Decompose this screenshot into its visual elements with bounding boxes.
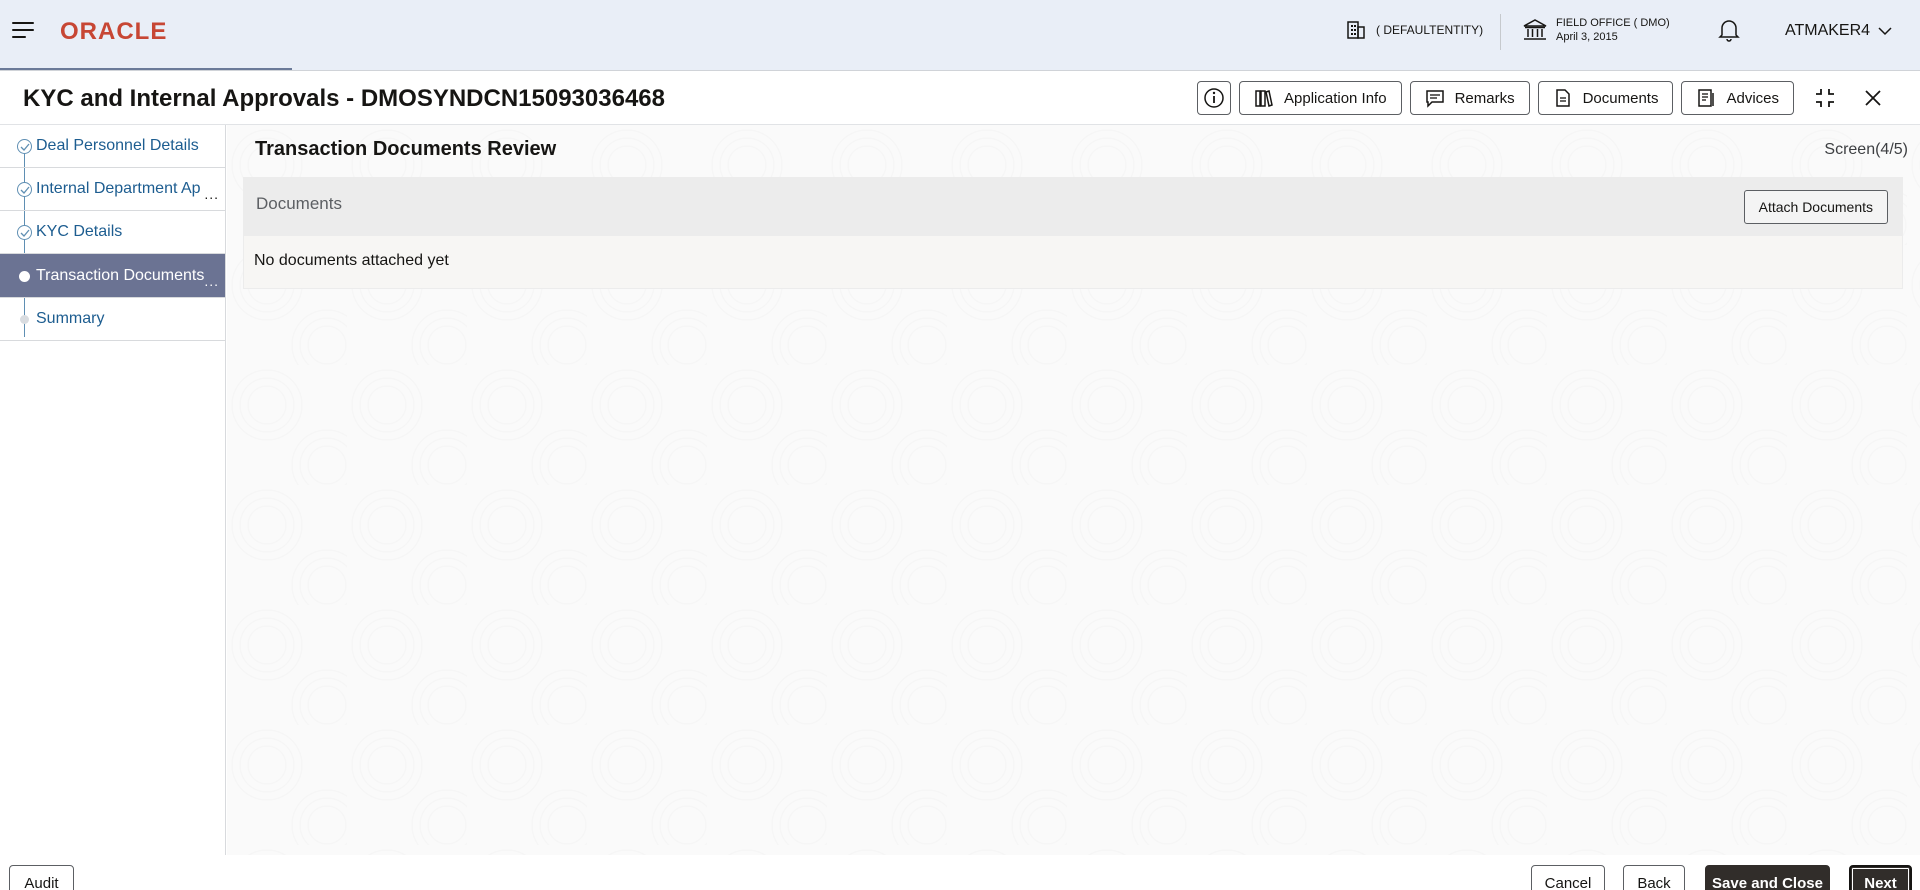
entity-selector[interactable]: ( DEFAULTENTITY) (1346, 20, 1483, 40)
info-button[interactable] (1197, 81, 1231, 115)
check-icon (17, 182, 32, 197)
documents-label: Documents (1582, 89, 1659, 107)
office-selector[interactable]: FIELD OFFICE ( DMO) April 3, 2015 (1522, 16, 1670, 44)
save-and-close-button[interactable]: Save and Close (1705, 865, 1830, 890)
page-title: Transaction Documents Review (255, 138, 557, 160)
panel-header: KYC and Internal Approvals - DMOSYNDCN15… (0, 71, 1920, 125)
advices-button[interactable]: Advices (1681, 81, 1794, 115)
check-icon (17, 139, 32, 154)
books-icon (1255, 90, 1273, 107)
hamburger-menu-icon[interactable] (12, 22, 34, 38)
office-name: FIELD OFFICE ( DMO) (1556, 17, 1670, 29)
step-deal-personnel-details[interactable]: Deal Personnel Details (0, 125, 225, 168)
chevron-down-icon (1878, 27, 1892, 36)
step-transaction-documents[interactable]: Transaction Documents ... (0, 254, 225, 298)
screen-counter: Screen(4/5) (1824, 141, 1908, 158)
maximize-icon[interactable] (1808, 81, 1842, 115)
close-icon[interactable] (1856, 81, 1890, 115)
building-icon (1347, 21, 1365, 39)
advices-label: Advices (1726, 89, 1779, 107)
documents-section-header: Documents Attach Documents (244, 178, 1902, 236)
advice-document-icon (1698, 89, 1715, 107)
user-menu[interactable]: ATMAKER4 (1785, 22, 1892, 40)
documents-button[interactable]: Documents (1537, 81, 1674, 115)
more-ellipsis: ... (204, 186, 219, 202)
step-label: Summary (36, 310, 105, 327)
header-divider (1500, 14, 1501, 50)
top-bar: ORACLE ( DEFAULTENTITY) FIELD OFFICE ( D… (0, 0, 1920, 70)
documents-heading: Documents (256, 194, 342, 213)
bank-icon (1523, 19, 1547, 40)
step-internal-department-approvals[interactable]: Internal Department Ap ... (0, 168, 225, 211)
back-button[interactable]: Back (1623, 865, 1685, 890)
user-name: ATMAKER4 (1785, 22, 1871, 39)
check-icon (17, 225, 32, 240)
application-info-label: Application Info (1284, 89, 1387, 107)
entity-label: ( DEFAULTENTITY) (1376, 23, 1484, 37)
pending-step-dot-icon (20, 315, 29, 324)
comment-icon (1425, 90, 1444, 108)
application-info-button[interactable]: Application Info (1239, 81, 1402, 115)
header-actions: Application Info Remarks Documents Advic… (1197, 81, 1890, 115)
footer-bar: Audit Cancel Back Save and Close Next (0, 855, 1920, 890)
cancel-button[interactable]: Cancel (1531, 865, 1605, 890)
documents-section: Documents Attach Documents No documents … (243, 177, 1903, 289)
document-icon (1555, 89, 1570, 107)
audit-button[interactable]: Audit (9, 865, 74, 890)
main-content: Transaction Documents Review Screen(4/5)… (227, 125, 1920, 855)
current-step-dot-icon (19, 270, 30, 282)
info-icon (1204, 88, 1224, 108)
office-date: April 3, 2015 (1556, 31, 1618, 43)
step-label: Transaction Documents (36, 266, 205, 284)
remarks-button[interactable]: Remarks (1409, 81, 1530, 115)
step-label: KYC Details (36, 223, 123, 240)
step-summary[interactable]: Summary (0, 298, 225, 341)
empty-documents-message: No documents attached yet (254, 252, 449, 269)
more-ellipsis: ... (204, 273, 219, 289)
next-button[interactable]: Next (1849, 865, 1912, 890)
task-panel: KYC and Internal Approvals - DMOSYNDCN15… (0, 70, 1920, 890)
bell-icon[interactable] (1718, 18, 1740, 47)
panel-title: KYC and Internal Approvals - DMOSYNDCN15… (23, 85, 665, 112)
attach-documents-button[interactable]: Attach Documents (1743, 190, 1888, 224)
step-kyc-details[interactable]: KYC Details (0, 211, 225, 254)
train-stop-sidebar: Deal Personnel Details Internal Departme… (0, 125, 226, 855)
remarks-label: Remarks (1454, 89, 1515, 107)
step-label: Internal Department Ap (36, 180, 201, 197)
step-label: Deal Personnel Details (36, 137, 199, 154)
oracle-logo: ORACLE (60, 18, 168, 45)
